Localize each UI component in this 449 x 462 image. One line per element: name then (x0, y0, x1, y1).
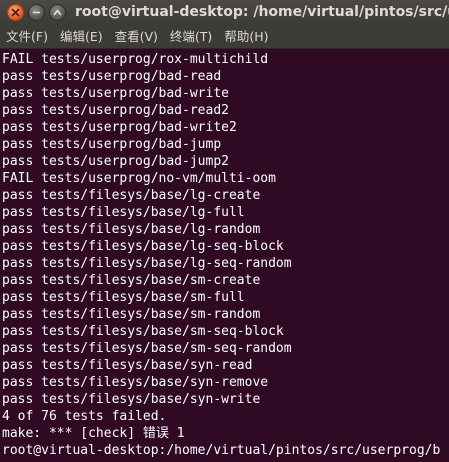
output-line: pass tests/userprog/bad-read (2, 69, 222, 84)
output-line: pass tests/filesys/base/sm-seq-random (2, 341, 292, 356)
menu-file[interactable]: 文件(F) (0, 25, 54, 49)
output-line: pass tests/userprog/bad-jump2 (2, 154, 229, 169)
maximize-icon (53, 9, 62, 16)
shell-prompt: root@virtual-desktop:/home/virtual/pinto… (2, 443, 441, 458)
output-line: pass tests/filesys/base/syn-remove (2, 375, 269, 390)
terminal-output[interactable]: FAIL tests/userprog/rox-multichild pass … (0, 49, 449, 462)
output-line: pass tests/filesys/base/lg-random (2, 222, 261, 237)
menu-help[interactable]: 帮助(H) (218, 25, 274, 49)
terminal-window: root@virtual-desktop: /home/virtual/pint… (0, 0, 449, 462)
output-line: pass tests/filesys/base/sm-create (2, 273, 261, 288)
output-line: pass tests/filesys/base/syn-write (2, 392, 261, 407)
output-line: pass tests/userprog/bad-read2 (2, 103, 229, 118)
close-icon (11, 8, 20, 17)
output-line: pass tests/filesys/base/lg-full (2, 205, 245, 220)
output-line: pass tests/filesys/base/syn-read (2, 358, 253, 373)
output-line: pass tests/userprog/bad-write2 (2, 120, 237, 135)
menu-bar: 文件(F) 编辑(E) 查看(V) 终端(T) 帮助(H) (0, 25, 449, 49)
output-line: pass tests/filesys/base/lg-seq-random (2, 256, 292, 271)
close-button[interactable] (7, 4, 24, 21)
output-line: make: *** [check] 错误 1 (2, 426, 185, 441)
output-line: pass tests/filesys/base/lg-create (2, 188, 261, 203)
maximize-button[interactable] (49, 4, 66, 21)
title-bar[interactable]: root@virtual-desktop: /home/virtual/pint… (0, 0, 449, 25)
output-line: pass tests/filesys/base/sm-seq-block (2, 324, 284, 339)
menu-edit[interactable]: 编辑(E) (54, 25, 109, 49)
output-line: pass tests/filesys/base/lg-seq-block (2, 239, 284, 254)
output-line: FAIL tests/userprog/rox-multichild (2, 52, 269, 67)
menu-terminal[interactable]: 终端(T) (164, 25, 218, 49)
output-line: pass tests/filesys/base/sm-full (2, 290, 245, 305)
output-line: pass tests/userprog/bad-write (2, 86, 229, 101)
window-title: root@virtual-desktop: /home/virtual/pint… (75, 4, 449, 20)
output-line: pass tests/userprog/bad-jump (2, 137, 222, 152)
minimize-icon (32, 11, 41, 14)
minimize-button[interactable] (28, 4, 45, 21)
output-line: 4 of 76 tests failed. (2, 409, 167, 424)
output-line: pass tests/filesys/base/sm-random (2, 307, 261, 322)
menu-view[interactable]: 查看(V) (109, 25, 164, 49)
output-line: FAIL tests/userprog/no-vm/multi-oom (2, 171, 276, 186)
